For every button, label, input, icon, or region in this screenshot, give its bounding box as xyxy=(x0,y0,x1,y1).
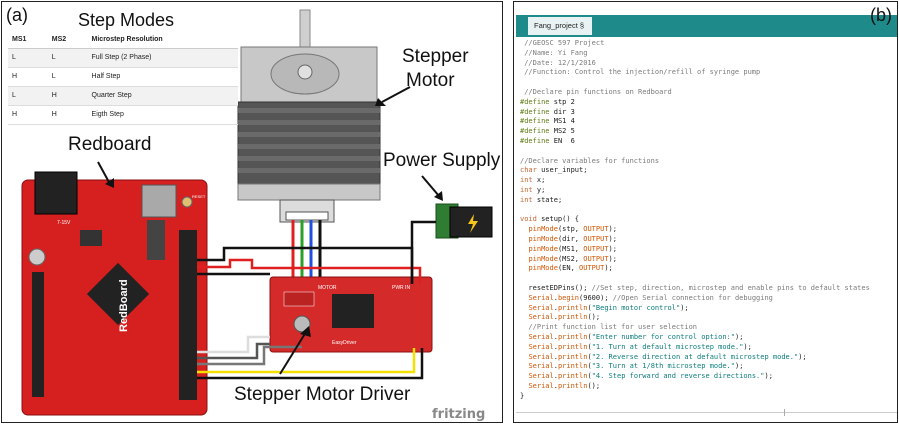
stepper-motor-label-line1: Stepper xyxy=(402,46,469,67)
step-modes-title: Step Modes xyxy=(74,10,179,31)
driver-motor-text: MOTOR xyxy=(318,285,337,291)
code-line: Serial.println("3. Turn at 1/8th microst… xyxy=(528,362,744,371)
code-line: Serial.println(); xyxy=(528,381,601,390)
board-reset-text: RESET xyxy=(192,194,206,199)
code-panel: Fang_project § (b) //GEOSC 597 Project /… xyxy=(513,1,898,423)
code-line: pinMode(dir, OUTPUT); xyxy=(528,234,617,243)
code-line: char user_input; xyxy=(520,166,588,175)
code-line: #define stp 2 xyxy=(520,97,575,106)
stepper-motor-label-line2: Motor xyxy=(406,70,455,91)
panel-b-label: (b) xyxy=(870,5,892,25)
redboard: RedBoard 7-15V RESET xyxy=(21,171,208,416)
code-editor[interactable]: //GEOSC 597 Project //Name: Yi Fang //Da… xyxy=(520,39,896,401)
stepper-driver-board: MOTOR PWR IN EasyDriver xyxy=(269,276,433,353)
code-line: int x; xyxy=(520,176,546,185)
horizontal-scrollbar[interactable] xyxy=(516,412,897,413)
code-line: Serial.println("4. Step forward and reve… xyxy=(528,372,773,381)
code-line: #define dir 3 xyxy=(520,107,575,116)
step-modes-table: MS1 MS2 Microstep Resolution L L Full St… xyxy=(8,32,238,125)
table-row: H H Eigth Step xyxy=(8,105,238,125)
power-supply xyxy=(435,203,493,239)
code-line: //Name: Yi Fang xyxy=(520,48,588,57)
column-header: MS2 xyxy=(47,32,88,49)
table-row: H L Half Step xyxy=(8,67,238,87)
code-line: Serial.println("2. Reverse direction at … xyxy=(528,352,807,361)
code-line: Serial.println("1. Turn at default micro… xyxy=(528,342,752,351)
code-line: //Function: Control the injection/refill… xyxy=(520,68,761,77)
driver-power-text: PWR IN xyxy=(392,285,410,291)
code-line: Serial.println("Begin motor control"); xyxy=(528,303,689,312)
code-line: #define MS1 4 xyxy=(520,117,575,126)
code-line: int y; xyxy=(520,185,546,194)
code-line: void setup() { xyxy=(520,215,580,224)
code-line: #define MS2 5 xyxy=(520,127,575,136)
table-cell: Half Step xyxy=(87,67,238,87)
fritzing-watermark: fritzing xyxy=(432,407,486,422)
code-line: Serial.begin(9600); //Open Serial connec… xyxy=(528,293,773,302)
panel-a-label: (a) xyxy=(6,5,28,25)
column-header: MS1 xyxy=(8,32,48,49)
table-cell: L xyxy=(47,67,88,87)
code-line: resetEDPins(); //Set step, direction, mi… xyxy=(520,283,870,292)
power-supply-label: Power Supply xyxy=(383,150,501,171)
board-power-text: 7-15V xyxy=(57,220,71,226)
table-cell: Quarter Step xyxy=(87,86,238,106)
column-header: Microstep Resolution xyxy=(87,32,238,49)
code-line: } xyxy=(520,391,525,400)
table-cell: L xyxy=(47,48,88,68)
code-line: pinMode(MS2, OUTPUT); xyxy=(528,254,617,263)
table-cell: H xyxy=(47,86,88,106)
table-cell: Eigth Step xyxy=(87,105,238,125)
table-row: L H Quarter Step xyxy=(8,86,238,106)
code-line: pinMode(EN, OUTPUT); xyxy=(528,264,613,273)
code-line: //Print function list for user selection xyxy=(520,323,698,332)
code-line: Serial.println(); xyxy=(528,313,601,322)
stepper-motor-driver-label: Stepper Motor Driver xyxy=(234,384,411,405)
code-line: //Declare pin functions on Redboard xyxy=(520,87,672,96)
code-line: Serial.println("Enter number for control… xyxy=(528,332,744,341)
code-line: pinMode(stp, OUTPUT); xyxy=(528,225,617,234)
stepper-motor xyxy=(237,9,381,223)
table-cell: H xyxy=(8,105,48,125)
redboard-label: Redboard xyxy=(68,134,152,155)
driver-name-text: EasyDriver xyxy=(332,340,357,346)
code-line: //Declare variables for functions xyxy=(520,156,660,165)
table-cell: L xyxy=(8,48,48,68)
table-cell: H xyxy=(47,105,88,125)
code-line: //Date: 12/1/2016 xyxy=(520,58,596,67)
code-line: #define EN 6 xyxy=(520,136,575,145)
board-brand-text: RedBoard xyxy=(118,279,130,332)
code-line: pinMode(MS1, OUTPUT); xyxy=(528,244,617,253)
table-cell: L xyxy=(8,86,48,106)
scrollbar-thumb[interactable] xyxy=(784,409,785,416)
code-line: //GEOSC 597 Project xyxy=(520,39,605,47)
code-line: int state; xyxy=(520,195,563,204)
table-row: L L Full Step (2 Phase) xyxy=(8,48,238,68)
step-modes-header-row: MS1 MS2 Microstep Resolution xyxy=(8,32,238,49)
tab-fang-project[interactable]: Fang_project § xyxy=(528,17,592,35)
wiring-diagram-panel: RedBoard 7-15V RESET MOTOR PWR IN EasyDr… xyxy=(1,1,503,423)
motor-wires xyxy=(291,220,322,284)
table-cell: H xyxy=(8,67,48,87)
table-cell: Full Step (2 Phase) xyxy=(87,48,238,68)
